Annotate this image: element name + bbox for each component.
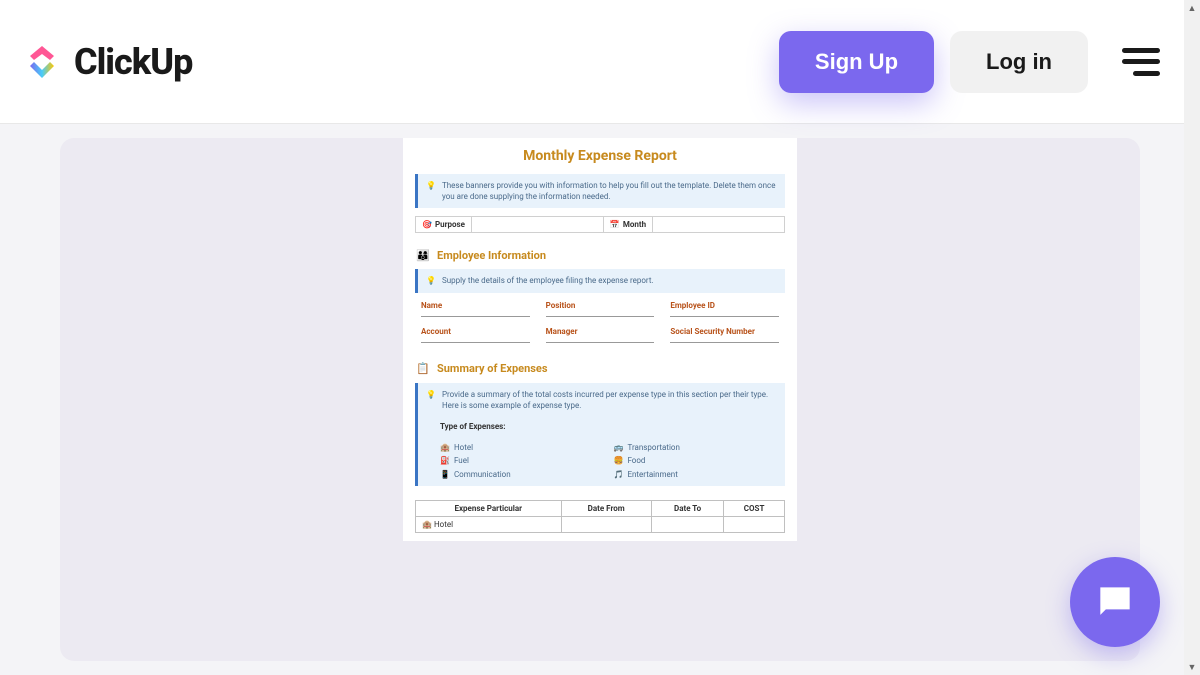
site-header: ClickUp Sign Up Log in <box>0 0 1200 124</box>
banner-text: Provide a summary of the total costs inc… <box>442 389 777 411</box>
employee-fields-grid: Name Position Employee ID Account Manage… <box>415 301 785 343</box>
lightbulb-icon: 💡 <box>426 275 436 286</box>
cell-date-to[interactable] <box>651 516 723 532</box>
bus-icon: 🚌 <box>614 442 624 453</box>
type-hotel: 🏨Hotel <box>440 442 604 453</box>
th-date-to: Date To <box>651 500 723 516</box>
month-input[interactable] <box>653 217 784 232</box>
main-content: Monthly Expense Report 💡 These banners p… <box>0 124 1200 675</box>
login-button[interactable]: Log in <box>950 31 1088 93</box>
type-entertainment: 🎵Entertainment <box>614 469 778 480</box>
expense-table: Expense Particular Date From Date To COS… <box>415 500 785 533</box>
scroll-up-arrow-icon[interactable]: ▲ <box>1184 0 1200 16</box>
hotel-icon: 🏨 <box>440 442 450 453</box>
food-icon: 🍔 <box>614 455 624 466</box>
calendar-icon: 📅 <box>610 220 620 229</box>
expense-types-list: 🏨Hotel 🚌Transportation ⛽Fuel 🍔Food 📱Comm… <box>426 442 777 480</box>
name-field[interactable]: Name <box>421 301 530 317</box>
hotel-icon: 🏨 <box>422 520 432 529</box>
manager-field[interactable]: Manager <box>546 327 655 343</box>
hamburger-menu-icon[interactable] <box>1122 48 1160 76</box>
logo[interactable]: ClickUp <box>20 40 192 84</box>
employee-section-header: 👨‍👩‍👦 Employee Information <box>415 247 785 263</box>
type-food: 🍔Food <box>614 455 778 466</box>
cell-date-from[interactable] <box>561 516 651 532</box>
table-row[interactable]: 🏨 Hotel <box>416 516 785 532</box>
th-date-from: Date From <box>561 500 651 516</box>
template-title: Monthly Expense Report <box>415 148 785 164</box>
vertical-scrollbar[interactable]: ▲ ▼ <box>1184 0 1200 675</box>
chat-icon <box>1093 580 1137 624</box>
ssn-field[interactable]: Social Security Number <box>670 327 779 343</box>
month-label: 📅 Month <box>604 217 653 232</box>
cell-particular: 🏨 Hotel <box>416 516 562 532</box>
info-banner-2: 💡 Supply the details of the employee fil… <box>415 269 785 292</box>
purpose-label: 🎯 Purpose <box>416 217 472 232</box>
type-label: Type of Expenses: <box>426 421 777 432</box>
account-field[interactable]: Account <box>421 327 530 343</box>
clipboard-icon: 📋 <box>415 361 431 377</box>
lightbulb-icon: 💡 <box>426 389 436 411</box>
type-communication: 📱Communication <box>440 469 604 480</box>
music-icon: 🎵 <box>614 469 624 480</box>
people-icon: 👨‍👩‍👦 <box>415 247 431 263</box>
lightbulb-icon: 💡 <box>426 180 436 202</box>
chat-fab[interactable] <box>1070 557 1160 647</box>
target-icon: 🎯 <box>422 220 432 229</box>
th-particular: Expense Particular <box>416 500 562 516</box>
banner-text: Supply the details of the employee filin… <box>442 275 654 286</box>
template-card: Monthly Expense Report 💡 These banners p… <box>60 138 1140 661</box>
info-banner-3: 💡 Provide a summary of the total costs i… <box>415 383 785 486</box>
banner-text: These banners provide you with informati… <box>442 180 777 202</box>
th-cost: COST <box>724 500 785 516</box>
summary-section-header: 📋 Summary of Expenses <box>415 361 785 377</box>
phone-icon: 📱 <box>440 469 450 480</box>
logo-text: ClickUp <box>74 41 192 83</box>
clickup-logo-icon <box>20 40 64 84</box>
cell-cost[interactable] <box>724 516 785 532</box>
purpose-input[interactable] <box>472 217 604 232</box>
signup-button[interactable]: Sign Up <box>779 31 934 93</box>
scroll-down-arrow-icon[interactable]: ▼ <box>1184 659 1200 675</box>
fuel-icon: ⛽ <box>440 455 450 466</box>
expense-report-template: Monthly Expense Report 💡 These banners p… <box>403 138 797 541</box>
purpose-month-row: 🎯 Purpose 📅 Month <box>415 216 785 233</box>
employee-id-field[interactable]: Employee ID <box>670 301 779 317</box>
type-transportation: 🚌Transportation <box>614 442 778 453</box>
type-fuel: ⛽Fuel <box>440 455 604 466</box>
position-field[interactable]: Position <box>546 301 655 317</box>
header-actions: Sign Up Log in <box>779 31 1160 93</box>
info-banner-1: 💡 These banners provide you with informa… <box>415 174 785 208</box>
